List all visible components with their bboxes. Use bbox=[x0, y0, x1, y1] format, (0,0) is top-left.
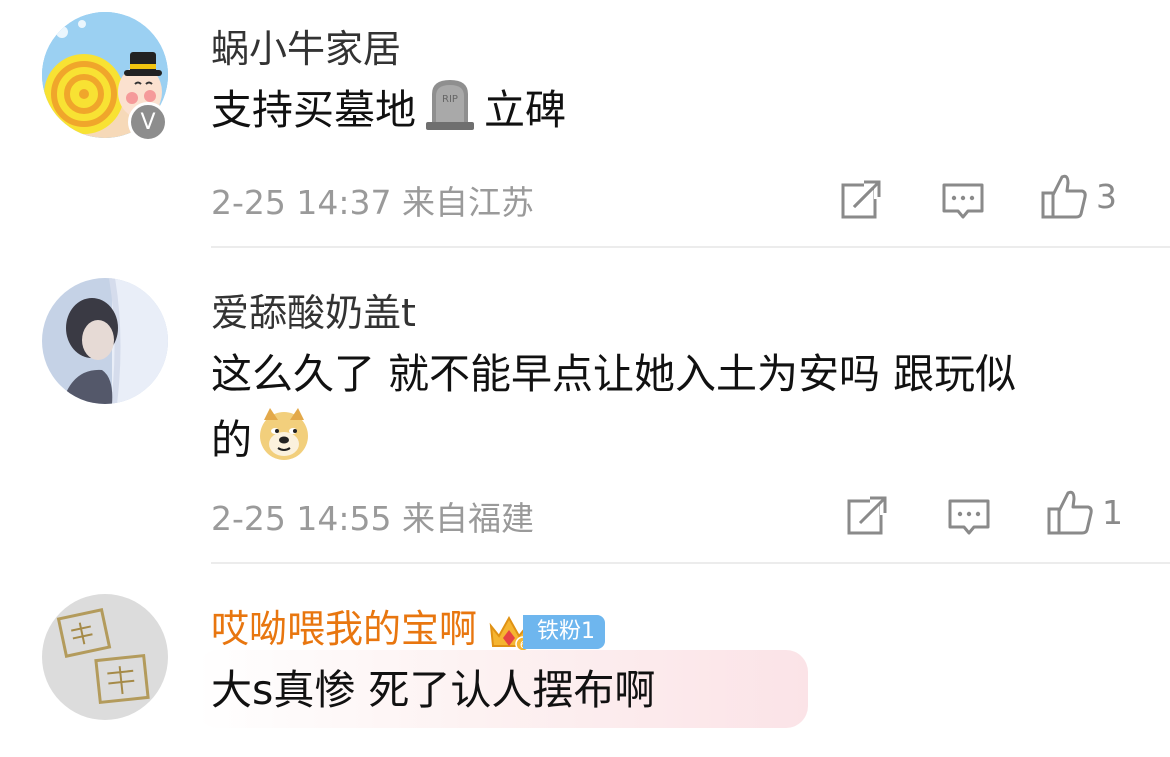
comment-item: V 蜗小牛家居 支持买墓地 RIP 立碑 2-25 14:37 来自江苏 3 bbox=[0, 0, 1170, 248]
username[interactable]: 哎呦喂我的宝啊 6 铁粉1 bbox=[211, 598, 606, 653]
doge-emoji-icon bbox=[256, 406, 312, 480]
fan-badge-label: 铁粉1 bbox=[523, 614, 606, 649]
girl-avatar-image bbox=[42, 278, 168, 404]
comment-meta: 2-25 14:55 来自福建 bbox=[211, 499, 534, 538]
comment-icon bbox=[942, 183, 984, 219]
username[interactable]: 蜗小牛家居 bbox=[211, 18, 401, 73]
fan-badge[interactable]: 6 铁粉1 bbox=[487, 612, 606, 652]
reply-button[interactable] bbox=[940, 176, 986, 224]
comment-item: 哎呦喂我的宝啊 6 铁粉1 大s真惨 死了认人摆布啊 bbox=[0, 564, 1170, 757]
tombstone-emoji-icon: RIP bbox=[422, 76, 478, 150]
verified-badge: V bbox=[128, 102, 168, 142]
like-count: 3 bbox=[1096, 176, 1117, 216]
avatar[interactable] bbox=[42, 278, 168, 404]
comment-meta: 2-25 14:37 来自江苏 bbox=[211, 183, 534, 222]
like-button[interactable]: 3 bbox=[1040, 172, 1117, 220]
share-button[interactable] bbox=[838, 176, 884, 224]
like-button[interactable]: 1 bbox=[1046, 488, 1123, 536]
thumbs-up-icon bbox=[1041, 174, 1087, 219]
like-count: 1 bbox=[1102, 492, 1123, 532]
comment-text-line2: 的 bbox=[211, 406, 1141, 480]
comment-item: 爱舔酸奶盖t 这么久了 就不能早点让她入土为安吗 跟玩似 的 2-25 14:5… bbox=[0, 248, 1170, 564]
reply-button[interactable] bbox=[946, 492, 992, 540]
thumbs-up-icon bbox=[1047, 490, 1093, 535]
username-text: 哎呦喂我的宝啊 bbox=[211, 607, 478, 651]
svg-text:RIP: RIP bbox=[442, 94, 458, 105]
comment-text: 这么久了 就不能早点让她入土为安吗 跟玩似 的 bbox=[211, 342, 1141, 480]
comment-text: 大s真惨 死了认人摆布啊 bbox=[211, 666, 656, 714]
comment-text: 支持买墓地 RIP 立碑 bbox=[211, 76, 1141, 150]
avatar[interactable] bbox=[42, 594, 168, 720]
username[interactable]: 爱舔酸奶盖t bbox=[211, 282, 416, 337]
share-icon bbox=[841, 179, 884, 219]
share-button[interactable] bbox=[844, 492, 890, 540]
comment-text-part: 支持买墓地 bbox=[211, 86, 416, 134]
share-icon bbox=[847, 495, 890, 535]
seal-avatar-image bbox=[42, 594, 168, 720]
comment-text-part: 立碑 bbox=[484, 86, 566, 134]
comment-text-line: 这么久了 就不能早点让她入土为安吗 跟玩似 bbox=[211, 350, 1017, 398]
comment-text-part: 的 bbox=[211, 416, 252, 464]
comment-icon bbox=[948, 499, 990, 535]
